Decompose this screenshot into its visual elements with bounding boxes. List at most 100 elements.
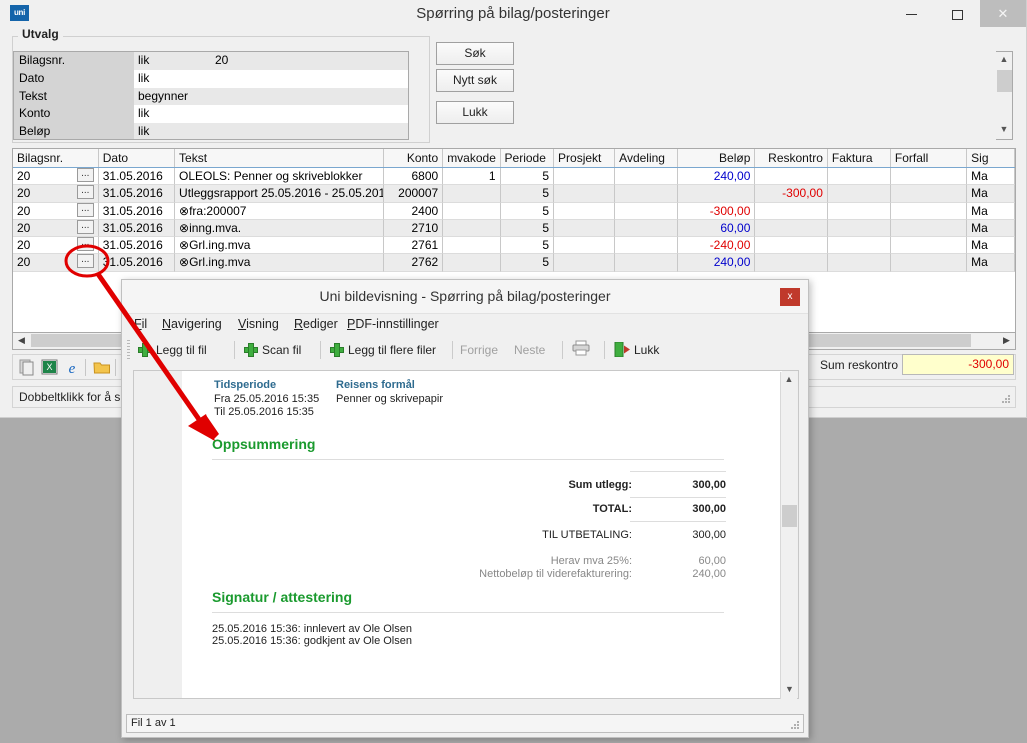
cell-bilagsnr[interactable]: 20... — [13, 237, 99, 254]
ellipsis-button[interactable]: ... — [77, 168, 94, 182]
utvalg-scrollbar[interactable]: ▲ ▼ — [996, 51, 1013, 140]
scan-fil-button[interactable]: Scan fil — [244, 340, 301, 360]
cell-avdeling — [615, 254, 678, 271]
column-header-konto[interactable]: Konto — [384, 149, 443, 167]
column-header-faktura[interactable]: Faktura — [828, 149, 891, 167]
cell-bilagsnr[interactable]: 20... — [13, 185, 99, 202]
utvalg-operator[interactable]: begynner med — [134, 88, 210, 106]
scroll-down-icon[interactable]: ▼ — [781, 682, 798, 699]
new-search-button[interactable]: Nytt søk — [436, 69, 514, 92]
oppsummering-heading: Oppsummering — [212, 436, 315, 452]
cell-bilagsnr[interactable]: 20... — [13, 203, 99, 220]
herav-mva-label: Herav mva 25%: — [412, 555, 632, 567]
table-row[interactable]: 20... 31.05.2016 ⊗inng.mva. 2710 5 60,00… — [13, 220, 1015, 237]
resize-grip-icon[interactable] — [1001, 394, 1011, 404]
column-header-belop[interactable]: Beløp — [678, 149, 755, 167]
ellipsis-button[interactable]: ... — [77, 237, 94, 251]
table-row[interactable]: 20... 31.05.2016 OLEOLS: Penner og skriv… — [13, 168, 1015, 185]
close-button[interactable]: ✕ — [980, 0, 1026, 27]
close-window-button[interactable]: Lukk — [436, 101, 514, 124]
cell-bilagsnr[interactable]: 20... — [13, 254, 99, 271]
open-folder-icon[interactable] — [93, 359, 111, 376]
cell-dato: 31.05.2016 — [99, 237, 175, 254]
scroll-down-icon[interactable]: ▼ — [996, 122, 1012, 139]
column-header-avdeling[interactable]: Avdeling — [615, 149, 678, 167]
utvalg-value-input[interactable] — [210, 105, 408, 123]
maximize-button[interactable] — [934, 0, 980, 27]
scrollbar-thumb[interactable] — [782, 505, 797, 527]
utvalg-row[interactable]: Dato lik — [14, 70, 408, 88]
dialog-close-button[interactable]: x — [780, 288, 800, 306]
column-header-forfall[interactable]: Forfall — [891, 149, 967, 167]
cell-reskontro — [755, 237, 827, 254]
table-row[interactable]: 20... 31.05.2016 ⊗Grl.ing.mva 2761 5 -24… — [13, 237, 1015, 254]
cell-periode: 5 — [501, 203, 555, 220]
document-scrollbar[interactable]: ▲ ▼ — [780, 372, 797, 699]
cell-mvakode: 1 — [443, 168, 500, 185]
utvalg-value-input[interactable] — [210, 123, 408, 140]
table-row[interactable]: 20... 31.05.2016 ⊗Grl.ing.mva 2762 5 240… — [13, 254, 1015, 271]
column-header-dato[interactable]: Dato — [99, 149, 175, 167]
resize-grip-icon[interactable] — [790, 720, 800, 730]
legg-til-flere-filer-button[interactable]: Legg til flere filer — [330, 340, 436, 360]
column-header-mvakode[interactable]: mvakode — [443, 149, 500, 167]
menu-rediger[interactable]: Rediger — [294, 317, 338, 331]
cell-bilagsnr[interactable]: 20... — [13, 168, 99, 185]
scroll-left-icon[interactable]: ◀ — [13, 333, 30, 348]
column-header-reskontro[interactable]: Reskontro — [755, 149, 827, 167]
lukk-button[interactable]: Lukk — [614, 340, 659, 360]
document-page: Tidsperiode Fra 25.05.2016 15:35 Til 25.… — [182, 371, 782, 698]
search-button[interactable]: Søk — [436, 42, 514, 65]
scroll-up-icon[interactable]: ▲ — [781, 372, 797, 389]
utvalg-value-input[interactable] — [210, 88, 408, 106]
utvalg-operator[interactable]: lik — [134, 105, 210, 123]
signatur-heading: Signatur / attestering — [212, 589, 352, 605]
nettobelop-label: Nettobeløp til viderefakturering: — [382, 568, 632, 580]
cell-tekst: ⊗fra:200007 — [175, 203, 384, 220]
ellipsis-button[interactable]: ... — [77, 203, 94, 217]
utvalg-operator[interactable]: lik — [134, 52, 210, 70]
column-header-prosjekt[interactable]: Prosjekt — [554, 149, 615, 167]
ellipsis-button-row-6[interactable]: ... — [77, 254, 94, 268]
scroll-up-icon[interactable]: ▲ — [996, 52, 1012, 69]
ellipsis-button[interactable]: ... — [77, 185, 94, 199]
menu-navigering[interactable]: Navigering — [162, 317, 222, 331]
utvalg-value-input[interactable] — [210, 70, 408, 88]
column-header-periode[interactable]: Periode — [501, 149, 555, 167]
toolbar-drag-handle[interactable] — [127, 340, 130, 360]
cell-mvakode — [443, 254, 500, 271]
menu-fil[interactable]: Fil — [134, 317, 147, 331]
cell-dato: 31.05.2016 — [99, 203, 175, 220]
menu-pdf-innstillinger[interactable]: PDF-innstillinger — [347, 317, 439, 331]
cell-konto: 2762 — [384, 254, 443, 271]
excel-export-icon[interactable]: X — [41, 359, 59, 376]
legg-til-fil-button[interactable]: Legg til fil — [138, 340, 207, 360]
utvalg-grid[interactable]: Bilagsnr. lik 20 Dato lik Tekst begynner… — [13, 51, 409, 140]
scroll-right-icon[interactable]: ▶ — [998, 333, 1015, 348]
table-row[interactable]: 20... 31.05.2016 ⊗fra:200007 2400 5 -300… — [13, 203, 1015, 220]
copy-document-icon[interactable] — [19, 359, 37, 376]
column-header-tekst[interactable]: Tekst — [175, 149, 384, 167]
menu-visning[interactable]: Visning — [238, 317, 279, 331]
utvalg-row[interactable]: Tekst begynner med — [14, 88, 408, 106]
cell-periode: 5 — [501, 237, 555, 254]
utvalg-value-input[interactable]: 20 — [210, 52, 408, 70]
print-button[interactable] — [572, 340, 590, 360]
cell-bilagsnr[interactable]: 20... — [13, 220, 99, 237]
scrollbar-thumb[interactable] — [997, 70, 1012, 92]
column-header-sig[interactable]: Sig — [967, 149, 1015, 167]
column-header-bilagsnr[interactable]: Bilagsnr. — [13, 149, 99, 167]
utvalg-operator[interactable]: lik — [134, 123, 210, 140]
bilagsnr-value: 20 — [17, 169, 30, 183]
table-row[interactable]: 20... 31.05.2016 Utleggsrapport 25.05.20… — [13, 185, 1015, 202]
document-viewer[interactable]: Tidsperiode Fra 25.05.2016 15:35 Til 25.… — [133, 370, 799, 699]
utvalg-operator[interactable]: lik — [134, 70, 210, 88]
utvalg-row[interactable]: Konto lik — [14, 105, 408, 123]
bilagsnr-value: 20 — [17, 204, 30, 218]
minimize-button[interactable] — [888, 0, 934, 27]
internet-explorer-icon[interactable]: e — [63, 359, 81, 376]
utvalg-row[interactable]: Bilagsnr. lik 20 — [14, 52, 408, 70]
utvalg-row[interactable]: Beløp lik — [14, 123, 408, 140]
ellipsis-button[interactable]: ... — [77, 220, 94, 234]
cell-mvakode — [443, 220, 500, 237]
